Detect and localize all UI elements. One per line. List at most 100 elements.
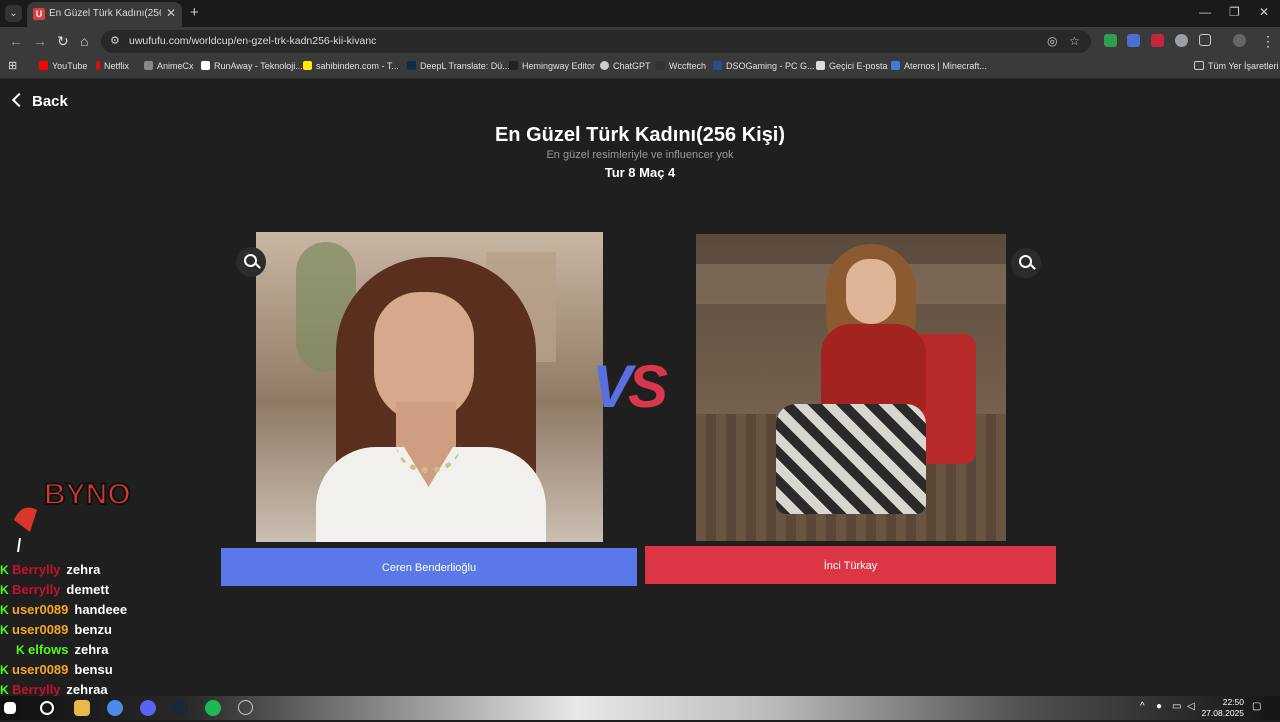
spotify-icon[interactable] [205,700,221,716]
bookmark-label: sahibinden.com - T... [316,61,399,71]
home-icon[interactable]: ⌂ [80,33,88,49]
animecx-icon [144,61,153,70]
browser-menu-icon[interactable]: ⋮ [1261,33,1275,50]
extension-translate-icon[interactable] [1127,34,1140,47]
tracking-eye-off-icon[interactable]: ◎ [1047,34,1057,48]
steam-icon[interactable] [172,700,188,716]
kick-badge-icon: K [0,583,9,597]
left-zoom-button[interactable] [236,247,266,277]
bookmark-netflix[interactable]: Netflix [96,61,129,71]
logo-text: BYNO [44,478,131,511]
extensions-puzzle-icon[interactable] [1199,34,1211,46]
bookmark-chatgpt[interactable]: ChatGPT [600,61,651,71]
chrome-icon[interactable] [107,700,123,716]
aternos-icon [891,61,900,70]
kick-badge-icon: K [0,683,9,697]
bookmark-wccftech[interactable]: Wccftech [656,61,706,71]
forward-arrow-icon[interactable]: → [33,33,47,49]
versus-label: VS [592,353,668,420]
network-icon[interactable]: ▭ [1172,701,1181,712]
bookmark-label: AnimeCx [157,61,194,71]
youtube-icon [39,61,48,70]
active-tab[interactable]: U En Güzel Türk Kadını(256 Kişi) | ✕ [27,2,182,27]
hemingway-icon [509,61,518,70]
clock-app-icon[interactable] [238,700,253,715]
window-close-icon[interactable]: ✕ [1259,5,1269,19]
extension-shield-icon[interactable] [1104,34,1117,47]
tab-search-chevron-icon[interactable]: ⌄ [5,5,22,22]
runaway-icon [201,61,210,70]
right-candidate-photo[interactable] [696,234,1006,541]
volume-icon[interactable]: ◁ [1187,701,1195,712]
bookmark-sahibinden[interactable]: sahibinden.com - T... [303,61,399,71]
windows-taskbar: ^ ● ▭ ◁ 22:50 27.08.2025 ▢ [0,696,1280,720]
choose-right-button[interactable]: İnci Türkay [645,546,1056,584]
url-text: uwufufu.com/worldcup/en-gzel-trk-kadn256… [129,35,377,47]
microphone-icon[interactable]: ● [1156,701,1162,712]
bookmark-deepl[interactable]: DeepL Translate: Dü... [407,61,510,71]
apps-grid-icon[interactable]: ⊞ [8,59,17,72]
clock-time: 22:50 [1222,697,1244,707]
notifications-icon[interactable]: ▢ [1252,701,1261,712]
all-bookmarks-label: Tüm Yer İşaretleri [1208,61,1279,71]
page-subtitle: En güzel resimleriyle ve influencer yok [546,149,734,161]
kick-badge-icon: K [0,563,9,577]
windows-start-icon[interactable] [4,702,16,714]
kick-badge-icon: K [0,663,9,677]
plaid-skirt [776,404,926,514]
back-button[interactable]: Back [11,92,68,110]
chat-message: Kuser0089 handeee [0,602,128,617]
bookmark-label: Wccftech [669,61,707,71]
system-clock[interactable]: 22:50 27.08.2025 [1201,697,1244,719]
round-indicator: Tur 8 Maç 4 [604,165,676,180]
bookmark-runaway[interactable]: RunAway - Teknoloji... [201,61,303,71]
bookmark-label: Aternos | Minecraft... [904,61,987,71]
extension-guard-icon[interactable] [1175,34,1188,47]
back-arrow-icon[interactable]: ← [9,33,23,49]
extension-red-icon[interactable] [1151,34,1164,47]
all-bookmarks-folder[interactable]: Tüm Yer İşaretleri [1194,61,1279,71]
kick-badge-icon: K [16,643,25,657]
chat-message: Kuser0089 bensu [0,662,113,677]
right-zoom-button[interactable] [1011,248,1041,278]
bookmarks-bar: ⊞ YouTube Netflix AnimeCx RunAway - Tekn… [0,56,1280,79]
face [846,259,896,324]
site-info-icon[interactable]: ⚙ [110,34,120,47]
wccftech-icon [656,61,665,70]
bookmark-label: RunAway - Teknoloji... [214,61,303,71]
minimize-icon[interactable]: — [1199,5,1211,19]
bookmark-gecici-eposta[interactable]: Geçici E-posta [816,61,888,71]
new-tab-plus-icon[interactable]: + [190,4,199,21]
url-field[interactable]: ⚙ uwufufu.com/worldcup/en-gzel-trk-kadn2… [101,30,1091,53]
clock-date: 27.08.2025 [1201,708,1244,718]
restore-icon[interactable]: ❐ [1229,5,1240,19]
choose-left-button[interactable]: Ceren Benderlioğlu [221,548,637,586]
page-title: En Güzel Türk Kadını(256 Kişi) [494,124,786,146]
bookmark-label: DSOGaming - PC G... [726,61,815,71]
address-bar-row: ← → ↻ ⌂ ⚙ uwufufu.com/worldcup/en-gzel-t… [0,27,1280,56]
profile-avatar-icon[interactable] [1233,34,1246,47]
tab-bar: ⌄ U En Güzel Türk Kadını(256 Kişi) | ✕ +… [0,0,1280,27]
bookmark-dsogaming[interactable]: DSOGaming - PC G... [713,61,815,71]
reload-icon[interactable]: ↻ [57,33,69,50]
bookmark-label: Netflix [104,61,130,71]
streamer-logo: BYNO [12,472,147,553]
bookmark-animecx[interactable]: AnimeCx [144,61,194,71]
kick-badge-icon: K [0,623,9,637]
bookmark-star-icon[interactable]: ☆ [1069,34,1080,48]
search-icon[interactable] [40,701,54,715]
red-blouse [821,324,926,414]
file-explorer-icon[interactable] [74,700,90,716]
chat-message: K Berrylly zehra [0,562,101,577]
bookmark-label: Hemingway Editor [522,61,596,71]
discord-icon[interactable] [140,700,156,716]
bookmark-youtube[interactable]: YouTube [39,61,87,71]
left-candidate-photo[interactable] [256,232,603,542]
bookmark-hemingway[interactable]: Hemingway Editor [509,61,595,71]
deepl-icon [407,61,416,70]
bookmark-label: DeepL Translate: Dü... [420,61,510,71]
tray-chevron-up-icon[interactable]: ^ [1140,701,1145,712]
bookmark-aternos[interactable]: Aternos | Minecraft... [891,61,987,71]
tab-close-icon[interactable]: ✕ [166,6,176,20]
bookmark-label: Geçici E-posta [829,61,888,71]
